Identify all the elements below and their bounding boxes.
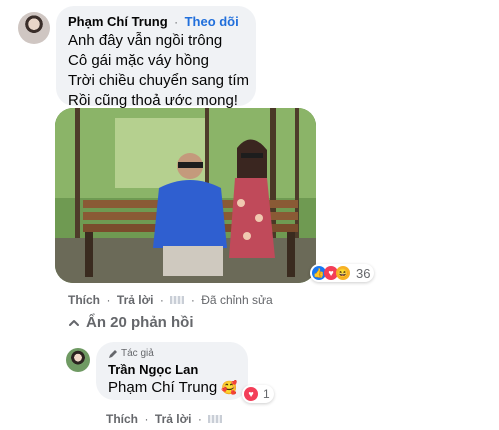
like-action[interactable]: Thích <box>68 293 100 307</box>
reply-action[interactable]: Trả lời <box>117 293 154 307</box>
action-dot: · <box>106 293 111 307</box>
hide-replies-toggle[interactable]: Ẩn 20 phản hồi <box>68 314 194 331</box>
pencil-icon <box>109 349 117 358</box>
reply-emoji: 🥰 <box>221 380 238 395</box>
love-icon: ♥ <box>244 387 258 401</box>
comment-header: Phạm Chí Trung · Theo dõi <box>68 13 239 31</box>
reply-like-action[interactable]: Thích <box>106 412 138 426</box>
reply-timestamp-blurred <box>208 414 223 423</box>
comment-bubble: Phạm Chí Trung · Theo dõi Anh đây vẫn ng… <box>56 6 256 109</box>
commenter-avatar[interactable] <box>18 12 50 44</box>
reactions-count: 36 <box>356 265 371 281</box>
comment-text: Anh đây vẫn ngồi trông Cô gái mặc váy hồ… <box>68 31 249 111</box>
timestamp-blurred <box>170 295 185 304</box>
action-dot: · <box>190 293 195 307</box>
photo-scene <box>55 108 316 283</box>
comment-actions: Thích · Trả lời · · Đã chỉnh sửa <box>68 291 273 309</box>
action-dot: · <box>197 412 202 426</box>
reply-reactions[interactable]: ♥ 1 <box>242 385 274 403</box>
reply-reply-action[interactable]: Trả lời <box>155 412 192 426</box>
action-dot: · <box>159 293 164 307</box>
author-badge-label: Tác giả <box>121 348 154 359</box>
comment-reactions[interactable]: 👍 ♥ 😆 36 <box>310 264 375 282</box>
comment-line: Trời chiều chuyển sang tím <box>68 72 250 89</box>
reply-bubble: Tác giả Trần Ngọc Lan Phạm Chí Trung 🥰 <box>96 342 248 400</box>
author-badge: Tác giả <box>108 348 154 359</box>
reply-reactions-count: 1 <box>263 387 270 401</box>
comment-photo[interactable] <box>55 108 316 283</box>
separator-dot: · <box>174 15 179 29</box>
comment-line: Cô gái mặc váy hồng <box>68 52 209 69</box>
reply-mention[interactable]: Phạm Chí Trung <box>108 379 217 396</box>
edited-label: Đã chỉnh sửa <box>201 293 273 307</box>
haha-icon: 😆 <box>336 266 350 280</box>
reply-text: Phạm Chí Trung 🥰 <box>108 378 238 398</box>
comment-author[interactable]: Phạm Chí Trung <box>68 14 168 29</box>
chevron-up-icon <box>69 319 79 326</box>
reply-avatar[interactable] <box>66 348 90 372</box>
reply-author[interactable]: Trần Ngọc Lan <box>108 362 198 377</box>
reply-actions: Thích · Trả lời · <box>106 410 223 428</box>
action-dot: · <box>144 412 149 426</box>
follow-link[interactable]: Theo dõi <box>185 14 239 29</box>
comment-line: Anh đây vẫn ngồi trông <box>68 32 223 49</box>
hide-replies-label: Ẩn 20 phản hồi <box>86 314 194 331</box>
